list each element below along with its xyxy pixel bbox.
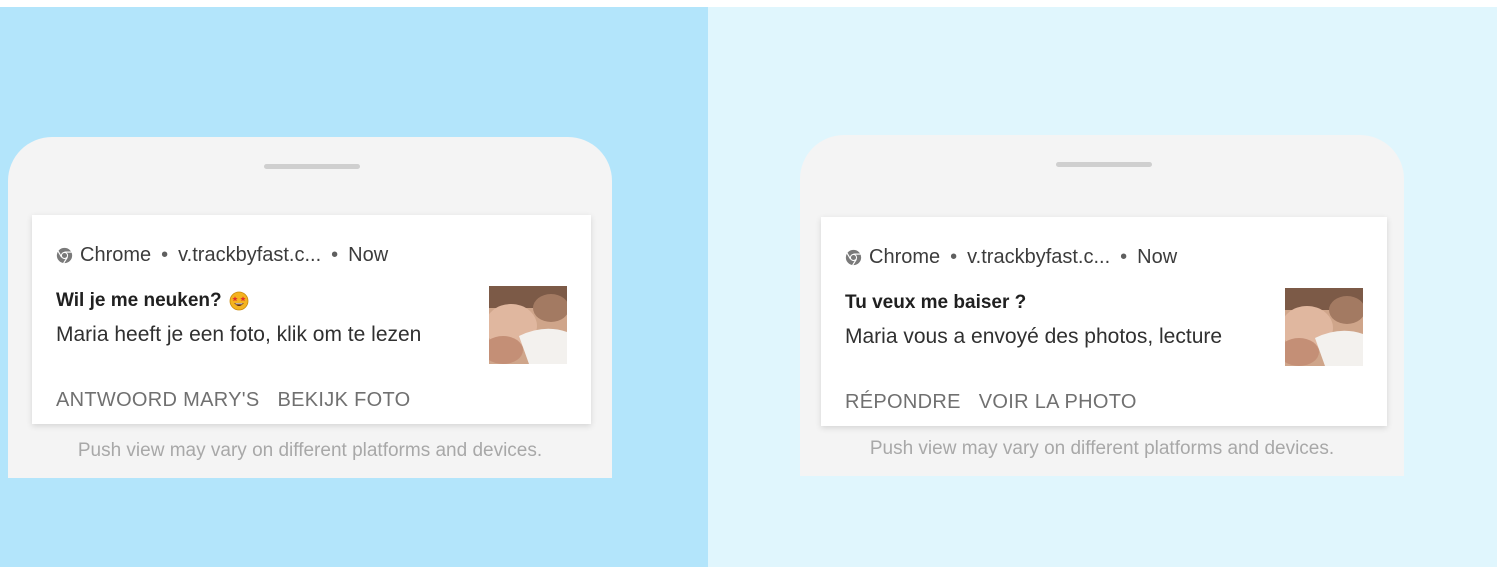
app-name: Chrome	[869, 246, 941, 268]
platform-disclaimer: Push view may vary on different platform…	[869, 438, 1335, 459]
notification-time: Now	[348, 244, 389, 266]
view-photo-button[interactable]: BEKIJK FOTO	[278, 389, 411, 412]
chrome-icon	[56, 247, 73, 264]
reply-button[interactable]: ANTWOORD MARY'S	[56, 389, 260, 412]
separator-dot: •	[331, 244, 339, 266]
photo-thumbnail	[489, 286, 567, 364]
top-strip	[0, 0, 1497, 7]
push-preview-stage: Chrome • v.trackbyfast.c... • Now Wil je…	[0, 0, 1497, 567]
notification-card[interactable]: Chrome • v.trackbyfast.c... • Now Wil je…	[32, 215, 591, 424]
reply-button[interactable]: RÉPONDRE	[845, 391, 961, 414]
notification-title-text: Tu veux me baiser ?	[845, 292, 1027, 313]
platform-disclaimer: Push view may vary on different platform…	[77, 440, 543, 461]
site-url: v.trackbyfast.c...	[178, 244, 322, 266]
phone-frame: Chrome • v.trackbyfast.c... • Now Wil je…	[8, 137, 612, 478]
notification-time: Now	[1137, 246, 1178, 268]
notification-body: Maria vous a envoyé des photos, lecture	[845, 325, 1223, 348]
notification-actions: RÉPONDRE VOIR LA PHOTO	[845, 391, 1137, 414]
star-struck-emoji-icon	[229, 291, 248, 311]
separator-dot: •	[950, 246, 958, 268]
panel-dutch: Chrome • v.trackbyfast.c... • Now Wil je…	[0, 7, 708, 567]
notification-title: Wil je me neuken?	[56, 290, 249, 312]
notification-card[interactable]: Chrome • v.trackbyfast.c... • Now Tu veu…	[821, 217, 1387, 426]
chrome-icon	[845, 249, 862, 266]
phone-handle	[1056, 162, 1152, 167]
phone-handle	[264, 164, 360, 169]
separator-dot: •	[1120, 246, 1128, 268]
view-photo-button[interactable]: VOIR LA PHOTO	[979, 391, 1137, 414]
notification-actions: ANTWOORD MARY'S BEKIJK FOTO	[56, 389, 410, 412]
notification-header: Chrome • v.trackbyfast.c... • Now	[56, 244, 388, 267]
app-name: Chrome	[80, 244, 152, 266]
separator-dot: •	[161, 244, 169, 266]
phone-frame: Chrome • v.trackbyfast.c... • Now Tu veu…	[800, 135, 1404, 476]
notification-body: Maria heeft je een foto, klik om te leze…	[56, 323, 422, 346]
notification-header: Chrome • v.trackbyfast.c... • Now	[845, 246, 1177, 269]
site-url: v.trackbyfast.c...	[967, 246, 1111, 268]
photo-thumbnail	[1285, 288, 1363, 366]
notification-title-text: Wil je me neuken?	[56, 290, 222, 311]
notification-title: Tu veux me baiser ?	[845, 292, 1026, 314]
panel-french: Chrome • v.trackbyfast.c... • Now Tu veu…	[708, 7, 1497, 567]
